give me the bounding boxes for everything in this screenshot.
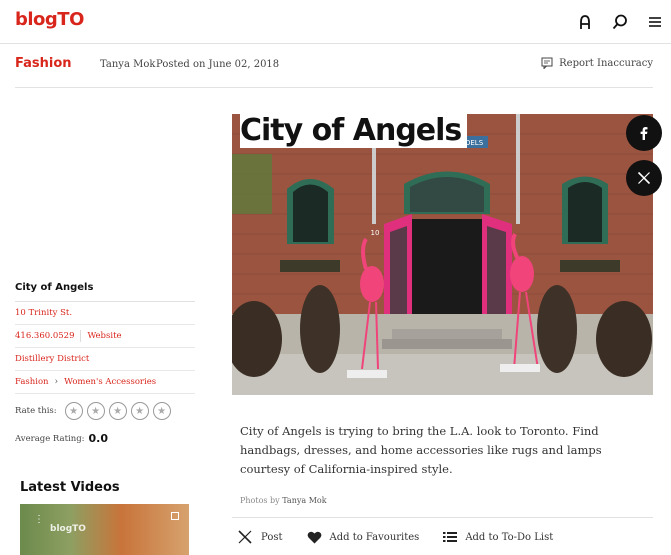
- share-x-button[interactable]: [626, 160, 662, 196]
- category-link[interactable]: Fashion: [15, 377, 49, 387]
- posted-date: Posted on June 02, 2018: [156, 59, 280, 70]
- star-4-button[interactable]: ★: [130, 402, 149, 420]
- business-name: City of Angels: [15, 282, 195, 302]
- business-address[interactable]: 10 Trinity St.: [15, 302, 195, 325]
- post-label: Post: [261, 531, 283, 543]
- expand-icon[interactable]: [171, 512, 179, 520]
- menu-icon[interactable]: [646, 13, 664, 31]
- search-icon[interactable]: [611, 13, 629, 31]
- article-actions: Post Add to Favourites Add to To-Do List: [237, 530, 577, 544]
- photo-sign-text: OELS: [465, 139, 484, 147]
- x-logo-icon: [637, 171, 651, 185]
- star-3-button[interactable]: ★: [108, 402, 127, 420]
- photo-number-text: 10: [371, 229, 380, 237]
- separator: [80, 330, 82, 342]
- star-1-button[interactable]: ★: [64, 402, 83, 420]
- contact-row: 416.360.0529 Website: [15, 325, 195, 348]
- share-facebook-button[interactable]: [626, 115, 662, 151]
- photo-credit: Photos by Tanya Mok: [240, 496, 327, 505]
- site-logo[interactable]: blogTO: [15, 9, 84, 30]
- star-5-button[interactable]: ★: [152, 402, 171, 420]
- rating-row: Rate this: ★ ★ ★ ★ ★: [15, 400, 195, 422]
- facebook-icon: [640, 127, 648, 140]
- report-icon: [541, 57, 553, 69]
- article-title: City of Angels: [240, 113, 468, 148]
- article-description: City of Angels is trying to bring the L.…: [240, 424, 602, 476]
- phone-link[interactable]: 416.360.0529: [15, 331, 74, 341]
- author-name[interactable]: Tanya Mok: [100, 59, 155, 70]
- list-icon: [443, 532, 458, 542]
- article-meta-bar: Fashion Tanya Mok Posted on June 02, 201…: [15, 44, 653, 88]
- latest-videos-heading: Latest Videos: [20, 480, 120, 495]
- chevron-right-icon: ›: [54, 377, 59, 387]
- section-link-fashion[interactable]: Fashion: [15, 56, 72, 71]
- post-button[interactable]: Post: [237, 530, 283, 544]
- star-2-button[interactable]: ★: [86, 402, 105, 420]
- favourites-label: Add to Favourites: [329, 531, 420, 543]
- avg-value: 0.0: [88, 432, 109, 445]
- website-link[interactable]: Website: [87, 331, 121, 341]
- neighbourhood-row: Distillery District: [15, 348, 195, 371]
- top-bar: blogTO: [0, 0, 671, 44]
- rate-label: Rate this:: [15, 406, 57, 416]
- report-inaccuracy-link[interactable]: Report Inaccuracy: [541, 57, 653, 69]
- heart-icon: [307, 531, 321, 543]
- more-options-icon[interactable]: ⋮: [34, 514, 44, 525]
- todo-label: Add to To-Do List: [465, 531, 554, 543]
- add-to-favourites-button[interactable]: Add to Favourites: [307, 531, 420, 544]
- report-label: Report Inaccuracy: [559, 57, 653, 69]
- x-logo-icon: [238, 530, 252, 544]
- user-icon[interactable]: [576, 13, 594, 31]
- divider: [232, 517, 653, 518]
- business-sidebar: City of Angels 10 Trinity St. 416.360.05…: [15, 282, 195, 445]
- credit-name[interactable]: Tanya Mok: [282, 496, 326, 505]
- avg-label: Average Rating:: [15, 433, 85, 444]
- address-text[interactable]: 10 Trinity St.: [15, 308, 72, 318]
- video-logo: blogTO: [50, 524, 86, 534]
- add-to-todo-button[interactable]: Add to To-Do List: [443, 531, 553, 543]
- credit-prefix: Photos by: [240, 496, 280, 505]
- article-photo: OELS 10: [232, 114, 653, 395]
- neighbourhood-link[interactable]: Distillery District: [15, 354, 89, 364]
- video-thumbnail[interactable]: ⋮ blogTO: [20, 504, 189, 555]
- average-rating: Average Rating: 0.0: [15, 432, 195, 445]
- subcategory-link[interactable]: Women's Accessories: [64, 377, 156, 387]
- category-row: Fashion › Women's Accessories: [15, 371, 195, 394]
